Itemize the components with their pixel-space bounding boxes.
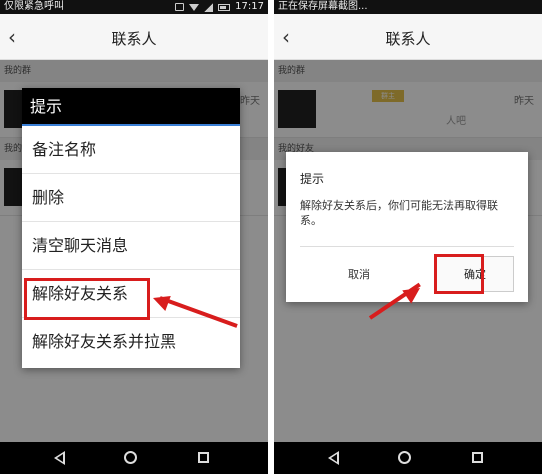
status-bar: 正在保存屏幕截图... bbox=[274, 0, 542, 14]
app-toolbar: ‹ 联系人 bbox=[0, 14, 268, 60]
cancel-button[interactable]: 取消 bbox=[314, 258, 404, 292]
highlight-box bbox=[24, 278, 150, 320]
system-nav-bar bbox=[274, 442, 542, 474]
status-text: 正在保存屏幕截图... bbox=[278, 1, 368, 12]
nav-recent-icon[interactable] bbox=[472, 452, 483, 463]
sim-icon bbox=[175, 3, 185, 11]
highlight-box bbox=[434, 254, 484, 294]
menu-item-unfriend-block[interactable]: 解除好友关系并拉黑 bbox=[22, 318, 240, 366]
nav-home-icon[interactable] bbox=[124, 451, 137, 464]
nav-back-icon[interactable] bbox=[54, 451, 65, 465]
menu-item-delete[interactable]: 删除 bbox=[22, 174, 240, 222]
page-title: 联系人 bbox=[385, 30, 431, 48]
system-nav-bar bbox=[0, 442, 268, 474]
app-toolbar: ‹ 联系人 bbox=[274, 14, 542, 60]
dialog-message: 解除好友关系后，你们可能无法再取得联系。 bbox=[300, 199, 498, 227]
nav-back-icon[interactable] bbox=[328, 451, 339, 465]
dialog-title: 提示 bbox=[300, 172, 325, 186]
status-time: 17:17 bbox=[235, 1, 264, 12]
status-text: 仅限紧急呼叫 bbox=[4, 1, 64, 12]
nav-home-icon[interactable] bbox=[398, 451, 411, 464]
menu-item-clear-chat[interactable]: 清空聊天消息 bbox=[22, 222, 240, 270]
signal-icon bbox=[204, 2, 214, 12]
wifi-icon bbox=[189, 3, 200, 11]
menu-title: 提示 bbox=[22, 88, 240, 126]
dialog-divider bbox=[300, 246, 514, 247]
nav-recent-icon[interactable] bbox=[198, 452, 209, 463]
battery-icon bbox=[218, 3, 231, 11]
confirm-dialog: 提示 解除好友关系后，你们可能无法再取得联系。 取消 确定 bbox=[286, 152, 528, 302]
status-bar: 仅限紧急呼叫 17:17 bbox=[0, 0, 268, 14]
menu-item-remark[interactable]: 备注名称 bbox=[22, 126, 240, 174]
context-menu: 提示 备注名称 删除 清空聊天消息 解除好友关系 解除好友关系并拉黑 bbox=[22, 88, 240, 368]
page-title: 联系人 bbox=[111, 30, 157, 48]
